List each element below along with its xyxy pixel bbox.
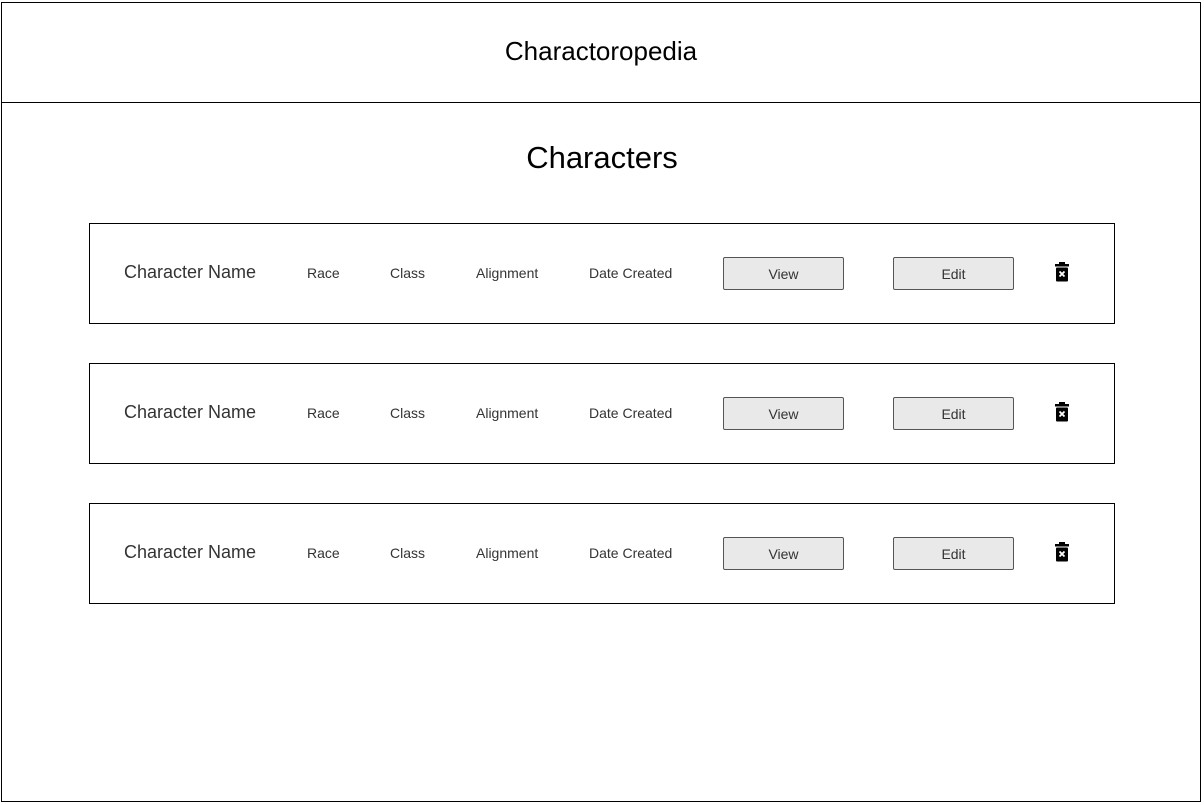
character-name: Character Name bbox=[124, 402, 257, 422]
character-class: Class bbox=[390, 545, 426, 561]
trash-icon[interactable] bbox=[1054, 262, 1070, 284]
page-title: Characters bbox=[526, 140, 678, 175]
character-date-created: Date Created bbox=[589, 265, 673, 281]
character-race: Race bbox=[307, 265, 340, 281]
character-alignment: Alignment bbox=[476, 265, 539, 281]
character-race: Race bbox=[307, 405, 340, 421]
character-date-created: Date Created bbox=[589, 545, 673, 561]
app-header: Charactoropedia bbox=[1, 2, 1201, 103]
trash-icon[interactable] bbox=[1054, 542, 1070, 564]
edit-button[interactable]: Edit bbox=[893, 537, 1014, 570]
character-date-created: Date Created bbox=[589, 405, 673, 421]
character-class: Class bbox=[390, 405, 426, 421]
character-name: Character Name bbox=[124, 262, 257, 282]
trash-icon[interactable] bbox=[1054, 402, 1070, 424]
character-card: Character Name Race Class Alignment Date… bbox=[89, 363, 1115, 464]
view-button[interactable]: View bbox=[723, 397, 844, 430]
character-race: Race bbox=[307, 545, 340, 561]
character-alignment: Alignment bbox=[476, 545, 539, 561]
edit-button[interactable]: Edit bbox=[893, 397, 1014, 430]
character-class: Class bbox=[390, 265, 426, 281]
app-title: Charactoropedia bbox=[504, 36, 698, 66]
view-button[interactable]: View bbox=[723, 537, 844, 570]
character-card: Character Name Race Class Alignment Date… bbox=[89, 503, 1115, 604]
character-alignment: Alignment bbox=[476, 405, 539, 421]
character-card: Character Name Race Class Alignment Date… bbox=[89, 223, 1115, 324]
character-name: Character Name bbox=[124, 542, 257, 562]
view-button[interactable]: View bbox=[723, 257, 844, 290]
edit-button[interactable]: Edit bbox=[893, 257, 1014, 290]
